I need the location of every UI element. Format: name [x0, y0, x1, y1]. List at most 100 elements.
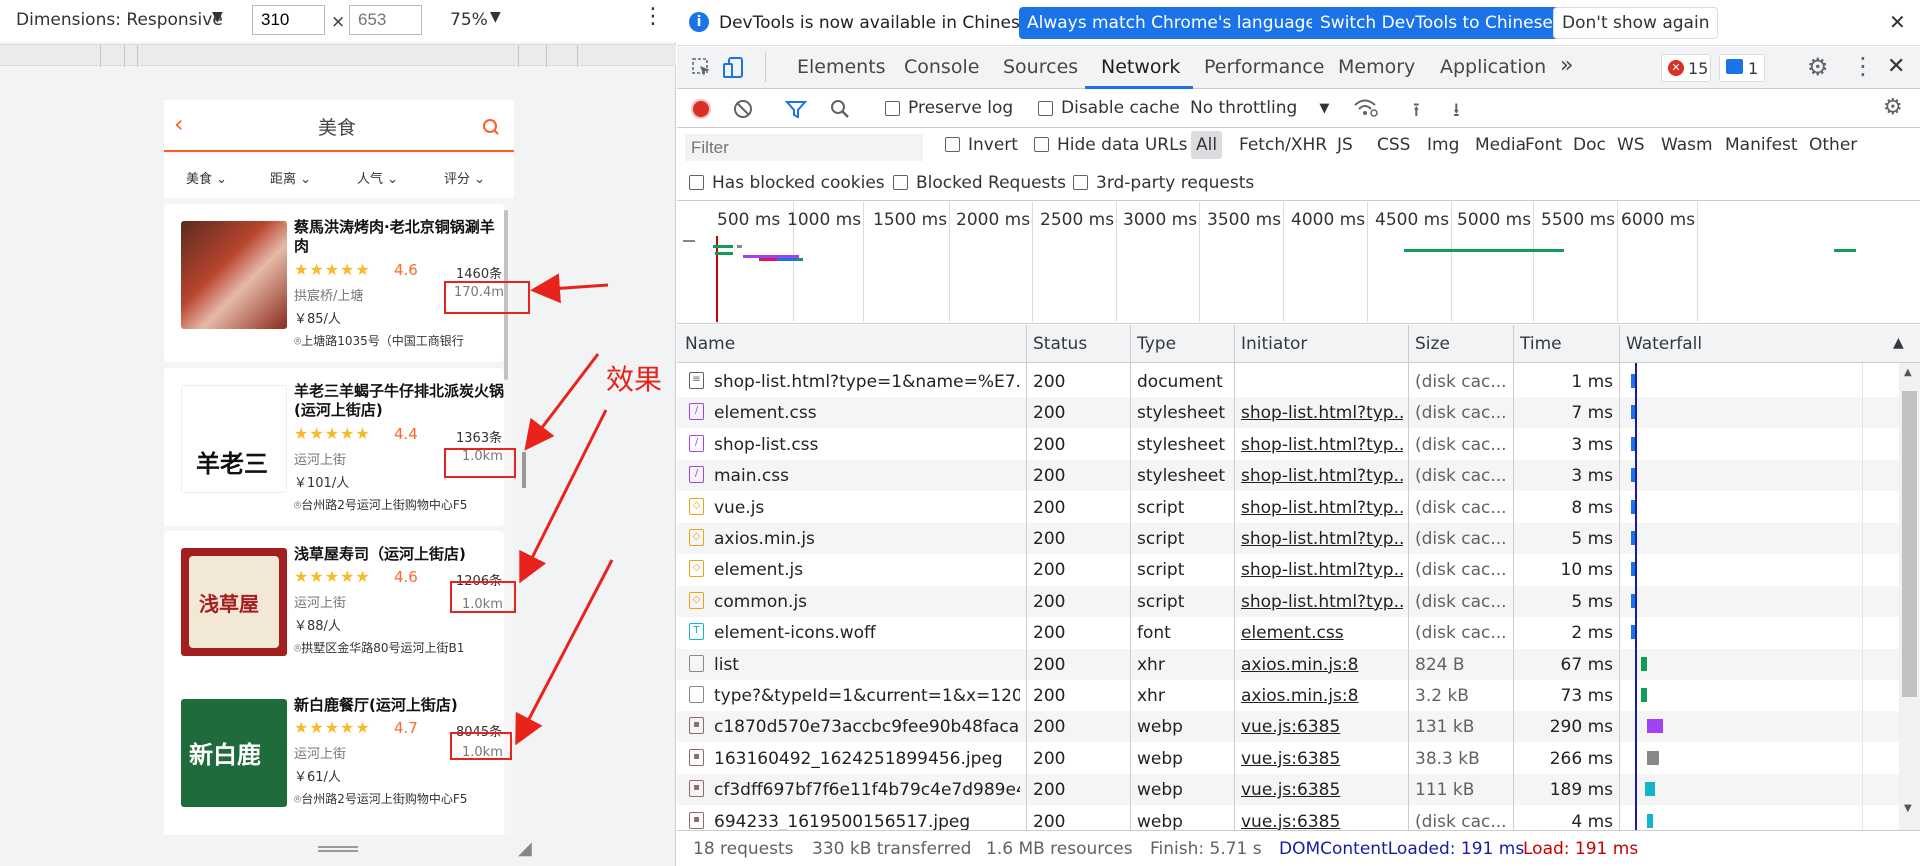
- match-language-button[interactable]: Always match Chrome's language: [1019, 7, 1324, 39]
- close-devtools-icon[interactable]: ✕: [1887, 54, 1905, 79]
- col-size[interactable]: Size: [1415, 334, 1450, 354]
- filter-type-manifest[interactable]: Manifest: [1725, 135, 1798, 155]
- search-icon[interactable]: [829, 98, 851, 120]
- request-row[interactable]: ≡ shop-list.html?type=1&name=%E7... 200 doc…: [677, 366, 1899, 397]
- sort-ascending-icon[interactable]: ▲: [1893, 335, 1904, 351]
- request-initiator[interactable]: vue.js:6385: [1241, 780, 1403, 800]
- request-row[interactable]: ∕ main.css 200 stylesheet shop-list.html?typ…: [677, 460, 1899, 492]
- filter-type-other[interactable]: Other: [1809, 135, 1857, 155]
- filter-type-fetch-xhr[interactable]: Fetch/XHR: [1239, 135, 1327, 155]
- col-name[interactable]: Name: [685, 334, 735, 354]
- request-row[interactable]: Telement-icons.woff 200 font element.css (di…: [677, 617, 1899, 649]
- col-waterfall[interactable]: Waterfall: [1626, 334, 1702, 354]
- request-time: 5 ms: [1571, 529, 1613, 549]
- waterfall-bar: [1647, 750, 1659, 765]
- settings-gear-icon[interactable]: ⚙: [1807, 53, 1829, 81]
- tab-network[interactable]: Network: [1101, 56, 1180, 78]
- filter-type-all[interactable]: All: [1191, 131, 1223, 159]
- request-row[interactable]: ◇ common.js 200 script shop-list.html?typ...…: [677, 585, 1899, 617]
- timeline-tick-label: 6000 ms: [1621, 210, 1696, 230]
- filter-type-css[interactable]: CSS: [1377, 135, 1410, 155]
- request-row[interactable]: ▪ cf3dff697bf7f6e11f4b79c4e7d989e4... 200 w…: [677, 774, 1899, 806]
- hide-data-urls-checkbox[interactable]: Hide data URLs: [1034, 135, 1187, 155]
- import-har-icon[interactable]: ⭱: [1413, 96, 1420, 128]
- request-row[interactable]: ◇ element.js 200 script shop-list.html?typ..…: [677, 554, 1899, 586]
- throttling-select[interactable]: No throttling ▼: [1190, 98, 1329, 118]
- img-file-icon: ▪: [689, 780, 704, 798]
- third-party-checkbox[interactable]: 3rd-party requests: [1073, 173, 1254, 193]
- col-time[interactable]: Time: [1520, 334, 1562, 354]
- table-scrollbar[interactable]: ▲ ▼: [1899, 363, 1920, 830]
- request-type: document: [1137, 372, 1223, 392]
- request-row[interactable]: ▪ 163160492_1624251899456.jpeg 200 webp vue.…: [677, 742, 1899, 774]
- request-initiator[interactable]: vue.js:6385: [1241, 717, 1403, 737]
- filter-type-doc[interactable]: Doc: [1573, 135, 1606, 155]
- request-initiator[interactable]: shop-list.html?typ...: [1241, 403, 1403, 423]
- request-initiator[interactable]: shop-list.html?typ...: [1241, 592, 1403, 612]
- request-initiator[interactable]: vue.js:6385: [1241, 749, 1403, 769]
- blocked-cookies-checkbox[interactable]: Has blocked cookies: [689, 173, 885, 193]
- invert-checkbox[interactable]: Invert: [945, 135, 1018, 155]
- request-size: (disk cac...: [1415, 403, 1507, 424]
- tab-application[interactable]: Application: [1440, 56, 1546, 78]
- more-options-icon[interactable]: ⋮: [1851, 52, 1875, 80]
- filter-type-font[interactable]: Font: [1525, 135, 1562, 155]
- tab-elements[interactable]: Elements: [797, 56, 886, 78]
- export-har-icon[interactable]: ⭳: [1453, 96, 1460, 128]
- device-toolbar-icon[interactable]: [723, 56, 745, 80]
- filter-type-js[interactable]: JS: [1337, 135, 1353, 155]
- request-initiator[interactable]: shop-list.html?typ...: [1241, 529, 1403, 549]
- inspect-element-icon[interactable]: [691, 57, 713, 79]
- tab-performance[interactable]: Performance: [1204, 56, 1324, 78]
- request-initiator[interactable]: shop-list.html?typ...: [1241, 466, 1403, 486]
- filter-type-ws[interactable]: WS: [1617, 135, 1645, 155]
- dont-show-again-button[interactable]: Don't show again: [1553, 7, 1719, 39]
- record-icon[interactable]: [691, 99, 711, 119]
- request-row[interactable]: ▪ c1870d570e73accbc9fee90b48faca4... 200 we…: [677, 711, 1899, 743]
- request-row[interactable]: ▪ 694233_1619500156517.jpeg 200 webp vue.js:…: [677, 805, 1899, 830]
- request-status: 200: [1033, 466, 1066, 487]
- request-time: 290 ms: [1549, 717, 1613, 738]
- request-row[interactable]: ◇ axios.min.js 200 script shop-list.html?typ…: [677, 523, 1899, 554]
- clear-icon[interactable]: [733, 99, 753, 119]
- tab-console[interactable]: Console: [904, 56, 979, 78]
- request-row[interactable]: ∕ element.css 200 stylesheet shop-list.html?…: [677, 397, 1899, 429]
- request-initiator[interactable]: shop-list.html?typ...: [1241, 560, 1403, 580]
- network-conditions-icon[interactable]: [1353, 96, 1379, 118]
- error-count-badge[interactable]: ✕ 15: [1661, 54, 1711, 82]
- request-row[interactable]: list 200 xhr axios.min.js:8 824 B 67 ms: [677, 648, 1899, 680]
- disable-cache-checkbox[interactable]: Disable cache: [1038, 98, 1180, 118]
- request-table-header: Name Status Type Initiator Size Time Wat…: [677, 325, 1920, 363]
- request-type: stylesheet: [1137, 434, 1225, 455]
- request-initiator[interactable]: axios.min.js:8: [1241, 655, 1403, 675]
- filter-input[interactable]: [685, 134, 923, 161]
- request-initiator[interactable]: shop-list.html?typ...: [1241, 498, 1403, 518]
- request-initiator[interactable]: vue.js:6385: [1241, 812, 1403, 830]
- switch-language-button[interactable]: Switch DevTools to Chinese: [1312, 7, 1561, 39]
- col-initiator[interactable]: Initiator: [1241, 334, 1307, 354]
- filter-type-media[interactable]: Media: [1475, 135, 1526, 155]
- preserve-log-checkbox[interactable]: Preserve log: [885, 98, 1013, 118]
- blocked-requests-checkbox[interactable]: Blocked Requests: [893, 173, 1066, 193]
- request-row[interactable]: ◇ vue.js 200 script shop-list.html?typ... (di…: [677, 491, 1899, 523]
- request-initiator[interactable]: shop-list.html?typ...: [1241, 435, 1403, 455]
- request-row[interactable]: ∕ shop-list.css 200 stylesheet shop-list.htm…: [677, 428, 1899, 460]
- tab-sources[interactable]: Sources: [1003, 56, 1078, 78]
- network-settings-icon[interactable]: ⚙: [1883, 95, 1903, 120]
- request-row[interactable]: type?&typeId=1&current=1&x=120.... 200 xhr…: [677, 680, 1899, 711]
- tab-memory[interactable]: Memory: [1338, 56, 1415, 78]
- request-type: webp: [1137, 717, 1183, 738]
- col-type[interactable]: Type: [1137, 334, 1176, 354]
- col-status[interactable]: Status: [1033, 334, 1087, 354]
- filter-icon[interactable]: [785, 99, 807, 119]
- request-initiator[interactable]: element.css: [1241, 623, 1403, 643]
- filter-type-img[interactable]: Img: [1427, 135, 1459, 155]
- timeline-tick-label: 500 ms: [717, 210, 781, 230]
- request-status: 200: [1033, 591, 1066, 612]
- close-icon[interactable]: ✕: [1889, 10, 1906, 34]
- message-count-badge[interactable]: 1: [1719, 54, 1765, 82]
- filter-type-wasm[interactable]: Wasm: [1661, 135, 1713, 155]
- timeline-tick-label: 5000 ms: [1457, 210, 1532, 230]
- more-tabs-icon[interactable]: »: [1560, 53, 1573, 78]
- request-initiator[interactable]: axios.min.js:8: [1241, 686, 1403, 706]
